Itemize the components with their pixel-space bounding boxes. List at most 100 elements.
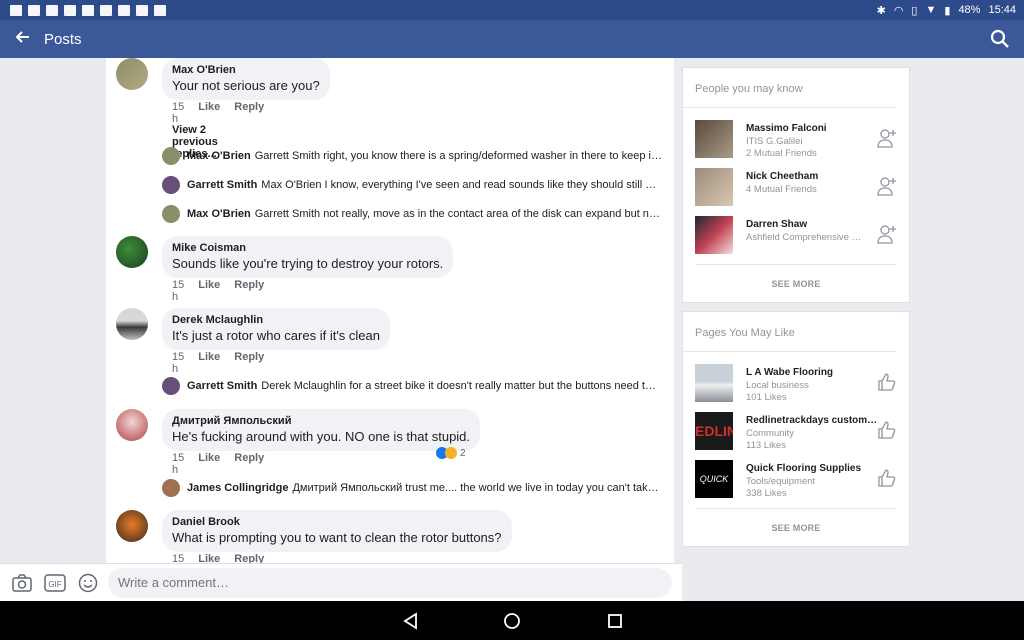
gif-label: GIF (48, 580, 61, 589)
reply-item[interactable]: Garrett Smith Max O'Brien I know, everyth… (162, 175, 662, 195)
avatar[interactable] (116, 236, 148, 268)
person-photo[interactable] (695, 216, 733, 254)
avatar[interactable] (162, 176, 180, 194)
app-notification-icon (100, 4, 112, 16)
avatar[interactable] (116, 308, 148, 340)
reply-button[interactable]: Reply (234, 553, 264, 563)
comment-actions: 15 h Like Reply (172, 553, 264, 563)
see-more-people-button[interactable]: SEE MORE (695, 264, 897, 301)
comments-feed[interactable]: Max O'Brien Your not serious are you? 15… (106, 58, 674, 563)
thumbs-up-icon[interactable] (877, 468, 897, 488)
gmail-notification-icon (46, 4, 58, 16)
reply-item[interactable]: Max O'Brien Garrett Smith right, you know… (162, 146, 662, 166)
comment-input[interactable] (108, 568, 672, 598)
reply-button[interactable]: Reply (234, 279, 264, 303)
page-item[interactable]: L A Wabe Flooring Local business 101 Lik… (695, 358, 909, 406)
mutual-friends: 2 Mutual Friends (746, 148, 817, 159)
gif-icon[interactable]: GIF (44, 572, 66, 594)
avatar[interactable] (116, 58, 148, 90)
page-item[interactable]: EDLIN Redlinetrackdays custom… Community… (695, 406, 909, 454)
vibrate-icon: ▯ (911, 4, 918, 17)
page-name[interactable]: Redlinetrackdays custom… (746, 415, 877, 426)
reactions-count[interactable]: 2 (436, 447, 466, 459)
commenter-name[interactable]: Derek Mclaughlin (172, 313, 380, 327)
person-item[interactable]: Darren Shaw Ashfield Comprehensive S… (695, 210, 909, 258)
person-photo[interactable] (695, 120, 733, 158)
person-name[interactable]: Massimo Falconi (746, 123, 827, 134)
person-item[interactable]: Nick Cheetham 4 Mutual Friends (695, 162, 909, 210)
reply-author[interactable]: Garrett Smith (187, 380, 257, 392)
reply-author[interactable]: Garrett Smith (187, 179, 257, 191)
back-arrow-icon[interactable] (0, 20, 44, 58)
reply-author[interactable]: Max O'Brien (187, 208, 251, 220)
page-photo[interactable]: EDLIN (695, 412, 733, 450)
add-friend-icon[interactable] (877, 176, 897, 196)
search-icon[interactable] (990, 29, 1010, 49)
reply-item[interactable]: Max O'Brien Garrett Smith not really, mov… (162, 204, 662, 224)
thumbs-up-icon[interactable] (877, 420, 897, 440)
comment-bubble[interactable]: Дмитрий Ямпольский He's fucking around w… (162, 409, 481, 451)
reply-button[interactable]: Reply (234, 452, 264, 476)
comment-actions: 15 h Like Reply (172, 279, 264, 303)
add-friend-icon[interactable] (877, 128, 897, 148)
reply-author[interactable]: James Collingridge (187, 482, 288, 494)
comment-actions: 15 h Like Reply (172, 101, 264, 125)
status-bar: ✱ ◠ ▯ ▼ ▮ 48% 15:44 (0, 0, 1024, 20)
commenter-name[interactable]: Max O'Brien (172, 63, 320, 77)
comment-bubble[interactable]: Max O'Brien Your not serious are you? (162, 58, 330, 100)
add-friend-icon[interactable] (877, 224, 897, 244)
reply-author[interactable]: Max O'Brien (187, 150, 251, 162)
avatar[interactable] (116, 510, 148, 542)
comment-bubble[interactable]: Mike Coisman Sounds like you're trying t… (162, 236, 454, 278)
like-button[interactable]: Like (198, 101, 220, 125)
person-detail: Ashfield Comprehensive S… (746, 232, 866, 243)
page-likes: 338 Likes (746, 488, 787, 499)
emoji-icon[interactable] (77, 572, 99, 594)
gallery-notification-icon (28, 4, 40, 16)
commenter-name[interactable]: Mike Coisman (172, 241, 443, 255)
like-button[interactable]: Like (198, 279, 220, 303)
card-title: People you may know (683, 68, 897, 108)
comment-time: 15 h (172, 351, 185, 375)
like-button[interactable]: Like (198, 553, 220, 563)
reply-button[interactable]: Reply (234, 101, 264, 125)
page-photo[interactable] (695, 364, 733, 402)
avatar[interactable] (162, 147, 180, 165)
page-photo[interactable]: QUICK (695, 460, 733, 498)
commenter-name[interactable]: Daniel Brook (172, 515, 502, 529)
page-category: Community (746, 428, 795, 439)
mutual-friends: 4 Mutual Friends (746, 184, 817, 195)
reply-text: Дмитрий Ямпольский trust me.... the worl… (292, 482, 662, 494)
like-button[interactable]: Like (198, 452, 220, 476)
person-name[interactable]: Nick Cheetham (746, 171, 818, 182)
reply-item[interactable]: Garrett Smith Derek Mclaughlin for a stre… (162, 376, 662, 396)
like-button[interactable]: Like (198, 351, 220, 375)
reply-item[interactable]: James Collingridge Дмитрий Ямпольский tru… (162, 478, 662, 498)
comment-actions: 15 h Like Reply (172, 351, 264, 375)
person-name[interactable]: Darren Shaw (746, 219, 807, 230)
grid-notification-icon (118, 4, 130, 16)
camera-icon[interactable] (11, 572, 33, 594)
bluetooth-icon: ✱ (876, 4, 886, 17)
commenter-name[interactable]: Дмитрий Ямпольский (172, 414, 470, 428)
person-photo[interactable] (695, 168, 733, 206)
home-icon[interactable] (503, 612, 521, 630)
recents-icon[interactable] (606, 612, 624, 630)
notification-icons (0, 4, 166, 16)
window-notification-icon (154, 4, 166, 16)
avatar[interactable] (162, 479, 180, 497)
reply-text: Garrett Smith right, you know there is a… (254, 150, 662, 162)
comment-bubble[interactable]: Daniel Brook What is prompting you to wa… (162, 510, 512, 552)
avatar[interactable] (116, 409, 148, 441)
reply-button[interactable]: Reply (234, 351, 264, 375)
avatar[interactable] (162, 377, 180, 395)
page-name[interactable]: L A Wabe Flooring (746, 367, 833, 378)
page-item[interactable]: QUICK Quick Flooring Supplies Tools/equi… (695, 454, 909, 502)
see-more-pages-button[interactable]: SEE MORE (695, 508, 897, 545)
thumbs-up-icon[interactable] (877, 372, 897, 392)
back-icon[interactable] (402, 612, 420, 630)
person-item[interactable]: Massimo Falconi ITIS G.Galilei 2 Mutual … (695, 114, 909, 162)
comment-bubble[interactable]: Derek Mclaughlin It's just a rotor who c… (162, 308, 390, 350)
avatar[interactable] (162, 205, 180, 223)
page-name[interactable]: Quick Flooring Supplies (746, 463, 861, 474)
